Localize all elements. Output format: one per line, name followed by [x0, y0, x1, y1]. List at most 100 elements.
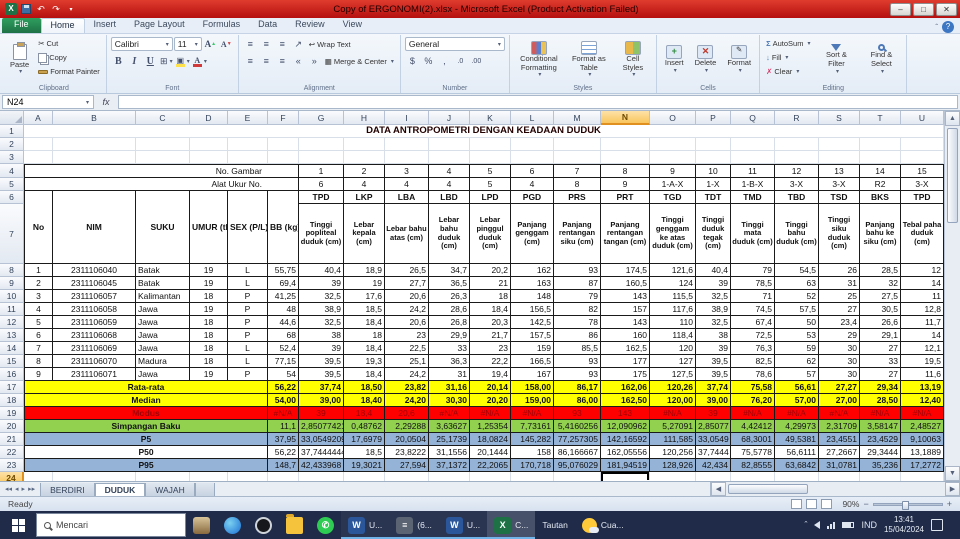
grid-cell[interactable]: 56,61	[775, 381, 819, 394]
network-icon[interactable]	[827, 521, 836, 529]
grid-cell[interactable]: 36,5	[429, 277, 470, 290]
measure-header-cell[interactable]: Panjang genggam (cm)	[511, 204, 554, 264]
grid-cell[interactable]: 18,40	[344, 394, 385, 407]
column-header-G[interactable]: G	[299, 111, 344, 125]
grid-cell[interactable]: 55,75	[268, 264, 299, 277]
formula-input[interactable]	[118, 95, 958, 109]
grid-cell[interactable]: 9	[24, 368, 53, 381]
grid-cell[interactable]: 175	[601, 368, 650, 381]
column-header-I[interactable]: I	[385, 111, 429, 125]
minimize-ribbon-icon[interactable]: ˆ	[935, 23, 938, 32]
conditional-formatting-button[interactable]: Conditional Formatting ▾	[514, 37, 564, 83]
grid-cell[interactable]: 162	[511, 264, 554, 277]
grid-cell[interactable]: 49,5381	[775, 433, 819, 446]
ribbon-tab-formulas[interactable]: Formulas	[194, 18, 250, 33]
grid-cell[interactable]: 24,20	[385, 394, 429, 407]
grid-cell[interactable]: 21	[470, 277, 511, 290]
grid-cell[interactable]: L	[228, 342, 268, 355]
grid-cell[interactable]: Jawa	[136, 342, 190, 355]
grid-cell[interactable]: #N/A	[429, 407, 470, 420]
grid-cell[interactable]: 7	[554, 164, 601, 178]
grid-cell[interactable]: 77,15	[268, 355, 299, 368]
grid-cell[interactable]: 157,5	[511, 329, 554, 342]
grid-cell[interactable]	[53, 151, 136, 164]
align-middle-icon[interactable]: ≡	[259, 37, 274, 51]
grid-cell[interactable]	[385, 138, 429, 151]
taskbar-app-file-explorer[interactable]	[279, 511, 310, 539]
measure-code-cell[interactable]: PRS	[554, 191, 601, 204]
format-cells-button[interactable]: ✎ Format ▾	[723, 37, 755, 83]
column-header-N[interactable]: N	[601, 111, 650, 125]
row-header-7[interactable]: 7	[0, 204, 24, 264]
insert-function-icon[interactable]: fx	[96, 97, 116, 107]
grid-cell[interactable]: 22,2	[470, 355, 511, 368]
measure-code-cell[interactable]: TPD	[299, 191, 344, 204]
grid-cell[interactable]: 33	[860, 355, 901, 368]
wrap-text-button[interactable]: ↩ Wrap Text	[307, 38, 353, 51]
grid-cell[interactable]: P	[228, 303, 268, 316]
last-sheet-icon[interactable]: ▸▸	[28, 485, 35, 493]
grid-cell[interactable]: Madura	[136, 355, 190, 368]
grid-cell[interactable]: 33	[429, 342, 470, 355]
column-header-Q[interactable]: Q	[731, 111, 775, 125]
grid-cell[interactable]: 20,6	[385, 316, 429, 329]
language-indicator[interactable]: IND	[861, 520, 877, 530]
measure-code-cell[interactable]: TPD	[901, 191, 944, 204]
grid-cell[interactable]: 121,6	[650, 264, 696, 277]
grid-cell[interactable]: 14	[901, 277, 944, 290]
grid-cell[interactable]: 4	[511, 178, 554, 191]
column-header-J[interactable]: J	[429, 111, 470, 125]
taskbar-app-window-group[interactable]: ≡ (6...	[389, 511, 439, 539]
grid-cell[interactable]: 78	[554, 316, 601, 329]
zoom-slider-thumb[interactable]	[902, 500, 910, 510]
grid-cell[interactable]: 162,5	[601, 342, 650, 355]
grid-cell[interactable]: #N/A	[901, 407, 944, 420]
row-header-8[interactable]: 8	[0, 264, 24, 277]
grid-cell[interactable]: 18	[190, 342, 228, 355]
grid-cell[interactable]: P	[228, 316, 268, 329]
grid-cell[interactable]: 9,10063	[901, 433, 944, 446]
column-header-B[interactable]: B	[53, 111, 136, 125]
grid-cell[interactable]: 63	[775, 277, 819, 290]
taskbar-app-weather[interactable]: Cua...	[575, 511, 631, 539]
grid-cell[interactable]: 31,16	[429, 381, 470, 394]
row-header-2[interactable]: 2	[0, 138, 24, 151]
row-header-14[interactable]: 14	[0, 342, 24, 355]
grid-cell[interactable]	[731, 138, 775, 151]
grid-cell[interactable]	[299, 472, 344, 481]
grid-cell[interactable]: 57	[775, 368, 819, 381]
grid-cell[interactable]: 3-X	[775, 178, 819, 191]
row-header-24[interactable]: 24	[0, 472, 24, 481]
grid-cell[interactable]: 20,0504	[385, 433, 429, 446]
grid-cell[interactable]: #N/A	[731, 407, 775, 420]
grid-cell[interactable]: R2	[860, 178, 901, 191]
grid-cell[interactable]: 18	[344, 329, 385, 342]
grid-cell[interactable]	[696, 138, 731, 151]
grid-cell[interactable]	[53, 472, 136, 481]
grid-cell[interactable]	[650, 138, 696, 151]
grid-cell[interactable]: 1-X	[696, 178, 731, 191]
grid-cell[interactable]: 127,5	[650, 368, 696, 381]
grid-cell[interactable]: 27	[860, 368, 901, 381]
grid-cell[interactable]: 20,20	[470, 394, 511, 407]
grid-cell[interactable]: 19	[190, 303, 228, 316]
scroll-right-icon[interactable]: ▶	[945, 482, 960, 496]
grid-cell[interactable]	[731, 151, 775, 164]
grid-cell[interactable]	[470, 151, 511, 164]
grid-cell[interactable]: 17,6	[344, 290, 385, 303]
grid-cell[interactable]: 3,63627	[429, 420, 470, 433]
grid-cell[interactable]: 163	[511, 277, 554, 290]
grid-cell[interactable]: 160,5	[601, 277, 650, 290]
number-format-select[interactable]: General ▾	[404, 37, 505, 51]
qat-dropdown-icon[interactable]: ▾	[65, 3, 77, 15]
grid-cell[interactable]: 14	[901, 329, 944, 342]
vertical-scrollbar[interactable]: ▲ ▼	[944, 111, 960, 481]
grid-cell[interactable]: 6	[299, 178, 344, 191]
taskbar-app-obs[interactable]	[248, 511, 279, 539]
grid-cell[interactable]: 39,00	[299, 394, 344, 407]
grid-cell[interactable]: 35,236	[860, 459, 901, 472]
insert-cells-button[interactable]: + Insert ▾	[661, 37, 688, 83]
grid-cell[interactable]: 39,5	[299, 355, 344, 368]
grid-cell[interactable]: 31	[429, 368, 470, 381]
grid-cell[interactable]: 25,1739	[429, 433, 470, 446]
